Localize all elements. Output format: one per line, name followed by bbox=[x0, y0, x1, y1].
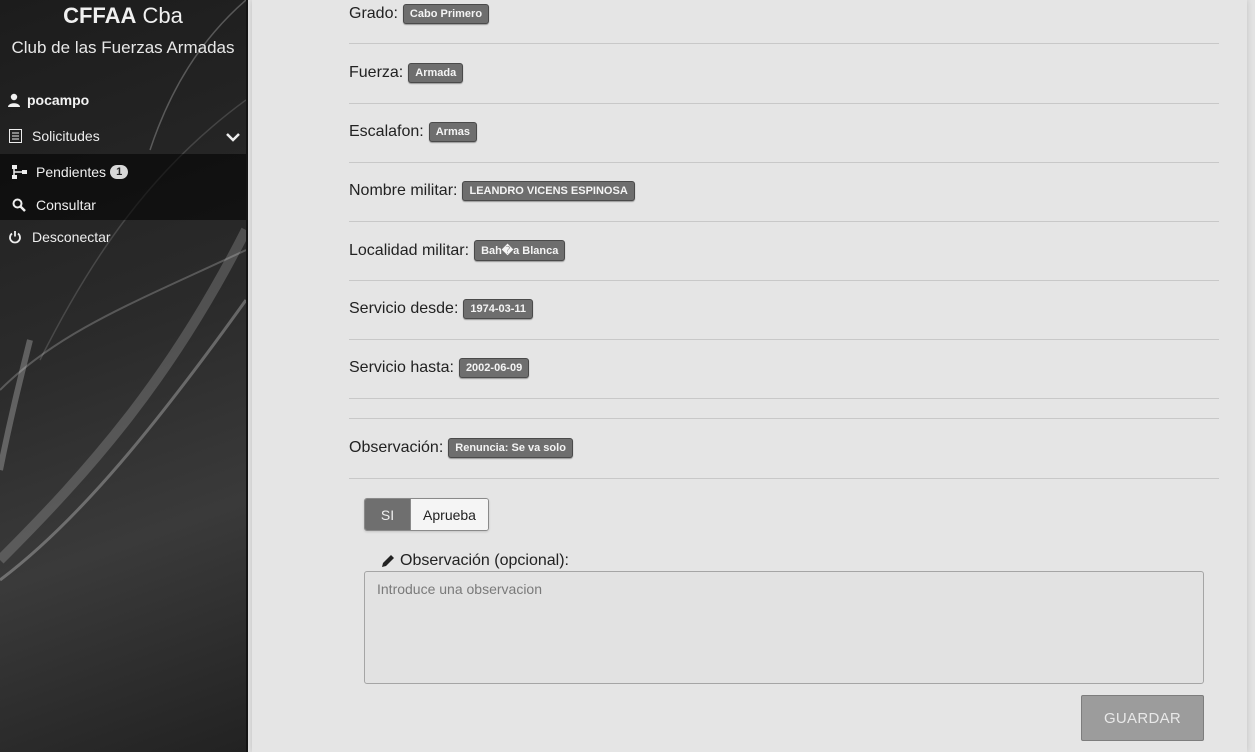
user-profile[interactable]: pocampo bbox=[7, 92, 89, 108]
divider bbox=[349, 398, 1219, 419]
user-icon bbox=[8, 93, 20, 107]
username: pocampo bbox=[27, 92, 90, 108]
detail-value-badge: Armada bbox=[408, 63, 464, 83]
detail-label: Grado: bbox=[349, 5, 398, 22]
detail-value-badge: 1974-03-11 bbox=[463, 299, 534, 319]
detail-row-observacion: Observación: Renuncia: Se va solo bbox=[349, 419, 1219, 479]
detail-row-escalafon: Escalafon: Armas bbox=[349, 103, 1219, 163]
sidebar-item-consultar[interactable]: Consultar bbox=[0, 189, 246, 221]
brand-title-rest: Cba bbox=[142, 3, 183, 28]
sidebar-item-desconectar[interactable]: Desconectar bbox=[0, 221, 246, 253]
brand-title-bold: CFFAA bbox=[63, 3, 137, 28]
chevron-down-icon bbox=[226, 129, 240, 145]
brand-title[interactable]: CFFAA Cba bbox=[0, 3, 246, 29]
pencil-icon bbox=[382, 555, 394, 567]
detail-value-badge: Cabo Primero bbox=[402, 4, 490, 24]
detail-value-badge: 2002-06-09 bbox=[458, 358, 530, 378]
detail-label: Localidad militar: bbox=[349, 241, 470, 259]
detail-row-localidad-militar: Localidad militar: Bah�a Blanca bbox=[349, 221, 1219, 281]
solicitudes-submenu: Pendientes 1 Consultar bbox=[0, 154, 246, 220]
sidebar-background-swirl bbox=[0, 0, 246, 582]
detail-label: Observación: bbox=[349, 439, 444, 456]
sidebar-item-label: Consultar bbox=[36, 197, 96, 213]
sidebar-item-label: Solicitudes bbox=[32, 128, 100, 144]
list-icon bbox=[7, 128, 23, 144]
save-button[interactable]: GUARDAR bbox=[1081, 695, 1204, 741]
approve-toggle[interactable]: SI Aprueba bbox=[364, 498, 489, 531]
approve-toggle-on[interactable]: SI bbox=[365, 499, 410, 530]
comment-label: Observación (opcional): bbox=[380, 552, 569, 570]
approve-toggle-label[interactable]: Aprueba bbox=[410, 499, 488, 530]
detail-row-grado: Grado: Cabo Primero bbox=[349, 0, 1219, 44]
detail-row-servicio-desde: Servicio desde: 1974-03-11 bbox=[349, 280, 1219, 340]
search-icon bbox=[11, 197, 27, 213]
sidebar-item-label: Pendientes bbox=[36, 164, 107, 180]
detail-label: Fuerza: bbox=[349, 64, 404, 81]
sitemap-icon bbox=[11, 164, 27, 180]
sidebar-item-solicitudes[interactable]: Solicitudes bbox=[0, 120, 246, 152]
detail-label: Escalafon: bbox=[349, 123, 424, 140]
comment-label-text: Observación (opcional): bbox=[400, 552, 569, 569]
detail-row-nombre-militar: Nombre militar: LEANDRO VICENS ESPINOSA bbox=[349, 162, 1219, 222]
sidebar-item-pendientes[interactable]: Pendientes 1 bbox=[0, 156, 246, 188]
detail-label: Servicio desde: bbox=[349, 300, 459, 317]
detail-value-badge: Renuncia: Se va solo bbox=[448, 438, 573, 458]
brand-subtitle: Club de las Fuerzas Armadas bbox=[11, 38, 235, 57]
detail-row-fuerza: Fuerza: Armada bbox=[349, 44, 1219, 104]
sidebar-item-label: Desconectar bbox=[32, 229, 111, 245]
detail-value-badge: LEANDRO VICENS ESPINOSA bbox=[462, 181, 635, 201]
detail-value-badge: Armas bbox=[428, 122, 477, 142]
power-icon bbox=[7, 229, 23, 245]
detail-label: Servicio hasta: bbox=[349, 359, 454, 376]
comment-textarea[interactable] bbox=[364, 571, 1204, 684]
detail-row-servicio-hasta: Servicio hasta: 2002-06-09 bbox=[349, 339, 1219, 399]
pending-count-badge: 1 bbox=[110, 165, 129, 179]
detail-label: Nombre militar: bbox=[349, 182, 458, 199]
sidebar: CFFAA Cba Club de las Fuerzas Armadas po… bbox=[0, 0, 248, 752]
detail-value-badge: Bah�a Blanca bbox=[474, 240, 566, 261]
